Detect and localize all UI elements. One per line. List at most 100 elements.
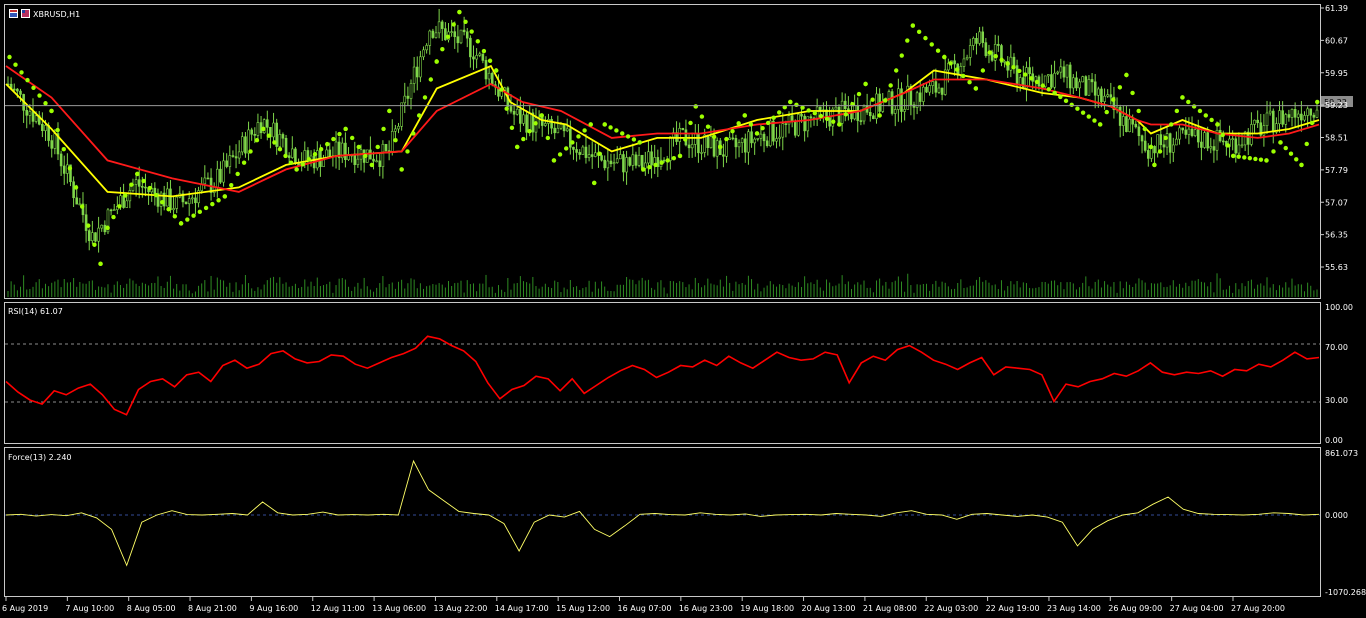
psar-dot [653, 162, 658, 168]
candle [1212, 139, 1216, 163]
candle [765, 136, 769, 148]
candle [1225, 140, 1228, 156]
force-line [5, 459, 1320, 567]
psar-dot [614, 128, 619, 133]
candle [478, 51, 482, 58]
candle [1103, 88, 1106, 110]
psar-dot [147, 185, 153, 191]
rsi-axis-label: 0.00 [1325, 436, 1343, 445]
candle [843, 93, 847, 122]
candle [109, 208, 113, 216]
psar-dot [178, 221, 184, 226]
psar-dot [1271, 149, 1276, 154]
candle [219, 161, 222, 184]
psar-dot [363, 153, 368, 159]
time-axis-label: 16 Aug 07:00 [618, 604, 672, 613]
time-axis-label: 20 Aug 13:00 [802, 604, 856, 613]
candle [978, 26, 981, 46]
psar-dot [1258, 157, 1264, 162]
psar-dot [794, 102, 799, 107]
psar-dot [551, 158, 557, 163]
candle [525, 110, 528, 141]
psar-dot [25, 77, 30, 83]
candle [1050, 64, 1053, 89]
candle [322, 154, 325, 167]
psar-dot [277, 146, 283, 152]
candle [550, 115, 553, 135]
psar-dot [261, 126, 266, 132]
candle [968, 38, 972, 66]
candle [1078, 78, 1081, 99]
candle [378, 153, 382, 177]
psar-dot [1169, 122, 1174, 127]
candle [459, 29, 463, 45]
candle [1081, 75, 1084, 83]
candle [603, 155, 607, 171]
candle [1200, 129, 1203, 161]
candle [450, 19, 453, 37]
candle [440, 19, 444, 41]
candle [87, 228, 91, 251]
psar-dot [1075, 106, 1080, 111]
psar-dot [399, 167, 404, 172]
psar-dot [1191, 104, 1197, 109]
psar-dot [905, 38, 910, 43]
candle [1187, 117, 1191, 145]
psar-dot [1152, 162, 1157, 168]
candle [1000, 43, 1003, 67]
candle [747, 129, 750, 165]
psar-dot [1052, 90, 1057, 96]
psar-dot [1231, 153, 1236, 159]
force-panel-frame [4, 447, 1321, 597]
candle [1256, 110, 1259, 128]
psar-dot [521, 136, 526, 142]
candle [572, 146, 575, 160]
candle [1012, 53, 1016, 74]
candle [197, 186, 200, 208]
candle [209, 168, 213, 201]
time-axis-label: 9 Aug 16:00 [249, 604, 298, 613]
candle [428, 29, 432, 55]
candle [406, 86, 410, 106]
candle [1218, 119, 1222, 143]
time-axis-label: 13 Aug 06:00 [372, 604, 426, 613]
candle [356, 146, 360, 168]
candle [872, 113, 875, 120]
psar-dot [993, 53, 998, 59]
candle [1056, 70, 1059, 75]
rsi-axis-label: 30.00 [1325, 396, 1348, 405]
force-label: Force(13) 2.240 [8, 453, 72, 462]
candle [722, 143, 725, 168]
candle [553, 122, 557, 140]
force-axis: 861.073 0.000 -1070.268 [1325, 449, 1366, 597]
psar-dot [765, 120, 771, 126]
candle [1262, 114, 1266, 147]
psar-dot [1186, 99, 1191, 105]
candle [934, 68, 938, 98]
candle [106, 208, 110, 235]
rsi-label: RSI(14) 61.07 [8, 307, 63, 316]
candle [628, 156, 631, 167]
candle [606, 148, 610, 181]
candle [434, 25, 438, 39]
psar-dot [545, 135, 551, 141]
candle [1003, 59, 1006, 68]
price-axis-label: 57.79 [1325, 166, 1348, 175]
psar-dot [736, 121, 741, 126]
volume-bars [7, 273, 1318, 297]
candle [31, 98, 35, 128]
candle [656, 149, 660, 178]
candle [144, 173, 147, 197]
chart-canvas: XBRUSD,H1 59.22 61.3960.6759.9559.2358.5… [2, 4, 1366, 613]
candle [512, 105, 516, 126]
candle [962, 49, 966, 72]
candle [556, 115, 560, 134]
candle [1175, 131, 1178, 146]
psar-dot [1046, 87, 1051, 92]
rsi-axis-label: 100.00 [1325, 303, 1353, 312]
psar-dot [1283, 145, 1288, 151]
candle [472, 45, 475, 70]
psar-dot [1294, 157, 1299, 162]
time-axis-label: 22 Aug 03:00 [924, 604, 978, 613]
psar-dot [699, 114, 705, 119]
